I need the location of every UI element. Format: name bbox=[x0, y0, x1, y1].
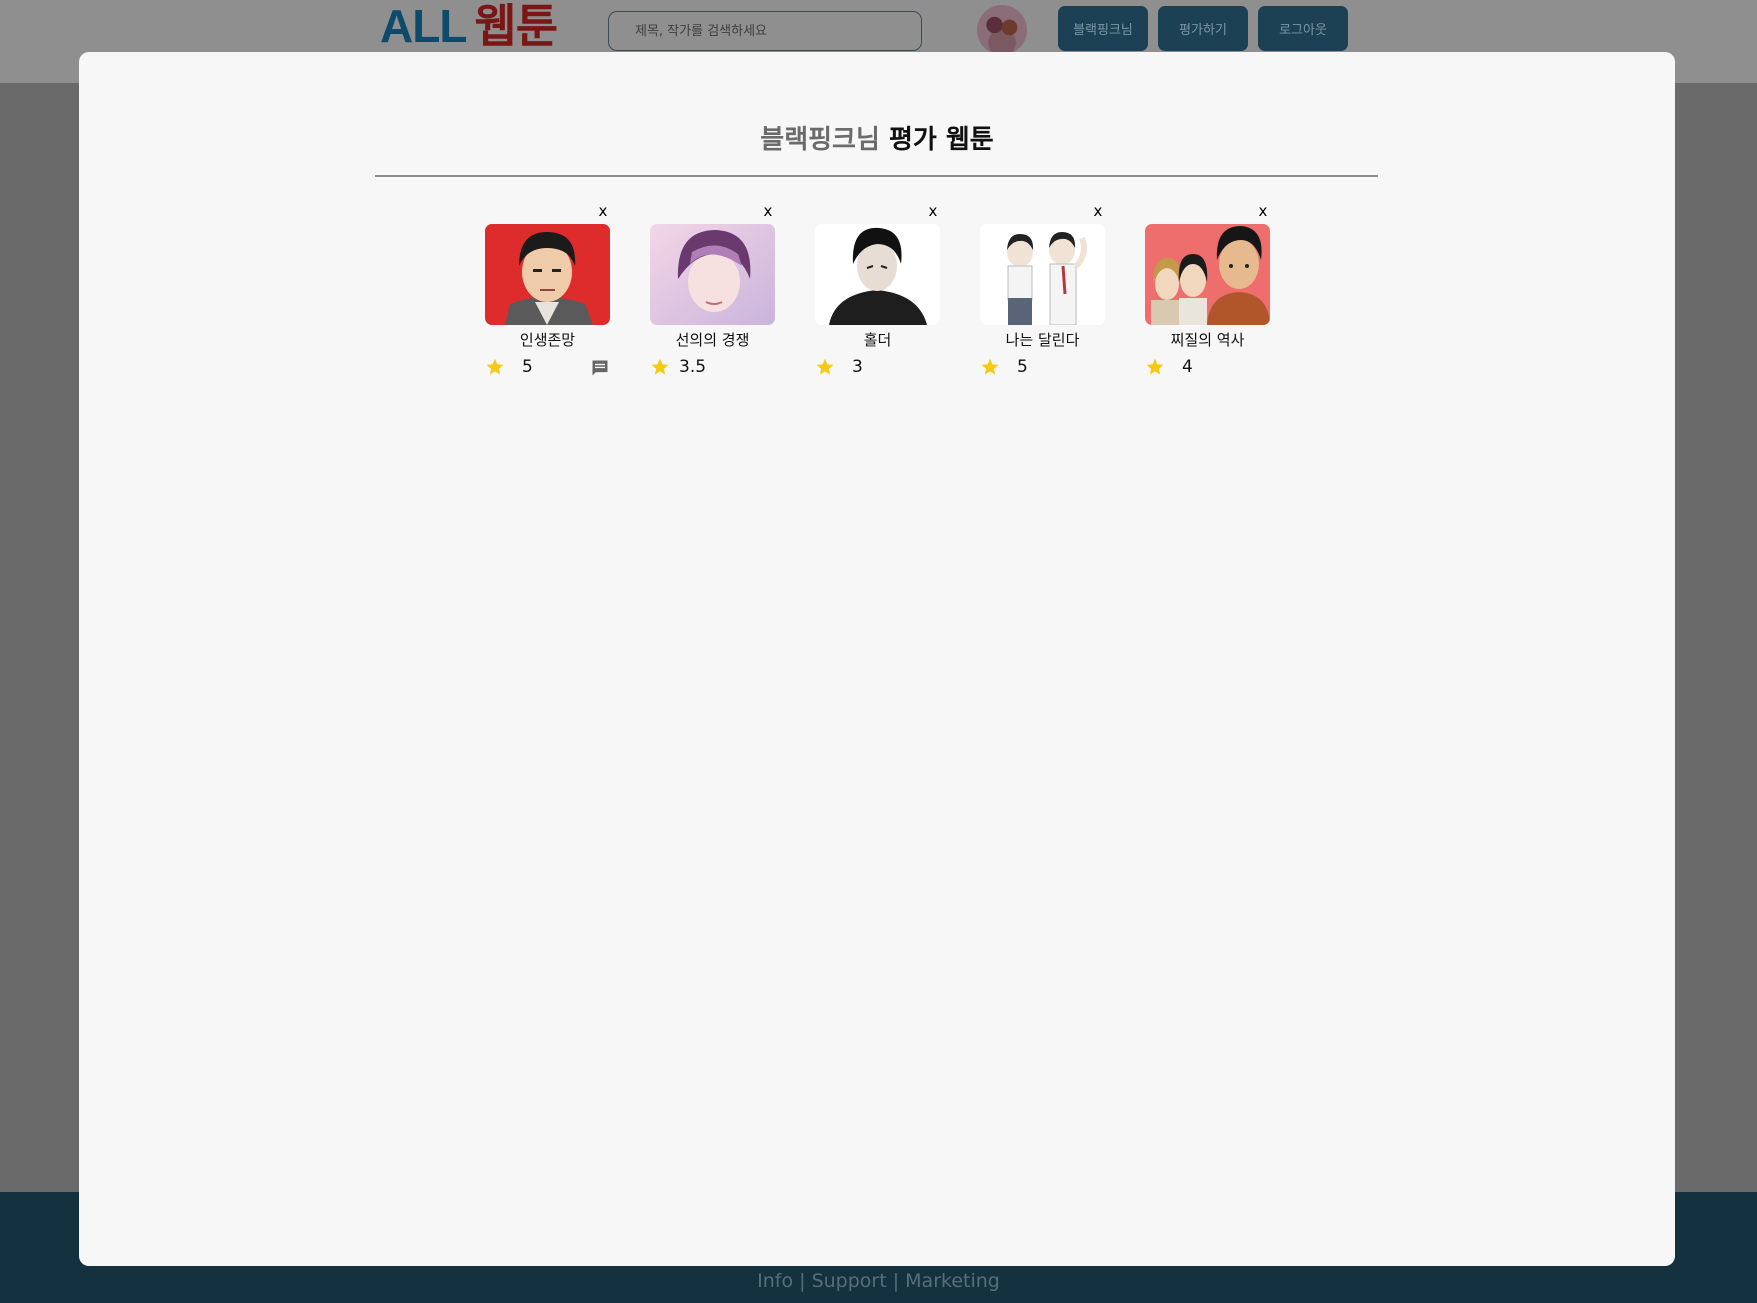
rating-score: 3 bbox=[852, 357, 863, 377]
rating-row: 4 bbox=[1145, 355, 1270, 379]
logo-all-text: ALL bbox=[380, 0, 467, 52]
modal-title: 블랙핑크님 평가 웹툰 bbox=[79, 120, 1675, 160]
webtoon-card[interactable]: x 나는 달린다 5 bbox=[980, 202, 1105, 382]
site-logo[interactable]: ALL 웹툰 bbox=[380, 0, 558, 52]
webtoon-card[interactable]: x 인생존망 5 bbox=[485, 202, 610, 382]
comment-icon[interactable] bbox=[590, 358, 610, 378]
modal-title-text: 평가 웹툰 bbox=[879, 125, 994, 155]
remove-rating-button[interactable]: x bbox=[761, 202, 775, 220]
rating-row: 3 bbox=[815, 355, 940, 379]
webtoon-thumbnail[interactable] bbox=[980, 224, 1105, 325]
star-icon bbox=[1146, 358, 1164, 375]
remove-rating-button[interactable]: x bbox=[596, 202, 610, 220]
rating-row: 5 bbox=[485, 355, 610, 379]
star-icon bbox=[486, 358, 504, 375]
avatar[interactable] bbox=[977, 5, 1027, 55]
webtoon-card[interactable]: x 선의의 경쟁 3.5 bbox=[650, 202, 775, 382]
modal-title-user: 블랙핑크님 bbox=[760, 125, 880, 155]
star-icon bbox=[981, 358, 999, 375]
star-icon bbox=[651, 358, 669, 375]
webtoon-card[interactable]: x 찌질의 역사 4 bbox=[1145, 202, 1270, 382]
search-input[interactable] bbox=[608, 11, 922, 51]
remove-rating-button[interactable]: x bbox=[1091, 202, 1105, 220]
webtoon-title: 홀더 bbox=[863, 331, 892, 349]
star-icon bbox=[816, 358, 834, 375]
webtoon-title: 인생존망 bbox=[519, 331, 576, 349]
rate-button[interactable]: 평가하기 bbox=[1158, 6, 1248, 51]
webtoon-card[interactable]: x 홀더 3 bbox=[815, 202, 940, 382]
rated-webtoons-modal: 블랙핑크님 평가 웹툰 x 인생존망 5 x 선의의 경쟁 3.5 x 홀더 3… bbox=[79, 52, 1675, 1266]
webtoon-thumbnail[interactable] bbox=[650, 224, 775, 325]
logo-webtoon-text: 웹툰 bbox=[474, 0, 558, 52]
webtoon-thumbnail[interactable] bbox=[815, 224, 940, 325]
webtoon-title: 나는 달린다 bbox=[1005, 331, 1080, 349]
remove-rating-button[interactable]: x bbox=[926, 202, 940, 220]
rating-score: 5 bbox=[522, 357, 533, 377]
webtoon-thumbnail[interactable] bbox=[485, 224, 610, 325]
remove-rating-button[interactable]: x bbox=[1256, 202, 1270, 220]
footer-links[interactable]: Info | Support | Marketing bbox=[0, 1270, 1757, 1292]
rating-score: 5 bbox=[1017, 357, 1028, 377]
rating-row: 3.5 bbox=[650, 355, 775, 379]
webtoon-title: 찌질의 역사 bbox=[1170, 331, 1245, 349]
webtoon-thumbnail[interactable] bbox=[1145, 224, 1270, 325]
user-button[interactable]: 블랙핑크님 bbox=[1058, 6, 1148, 51]
logout-button[interactable]: 로그아웃 bbox=[1258, 6, 1348, 51]
modal-divider bbox=[375, 175, 1378, 177]
rating-score: 4 bbox=[1182, 357, 1193, 377]
rating-row: 5 bbox=[980, 355, 1105, 379]
rating-score: 3.5 bbox=[679, 357, 707, 377]
webtoon-title: 선의의 경쟁 bbox=[675, 331, 750, 349]
